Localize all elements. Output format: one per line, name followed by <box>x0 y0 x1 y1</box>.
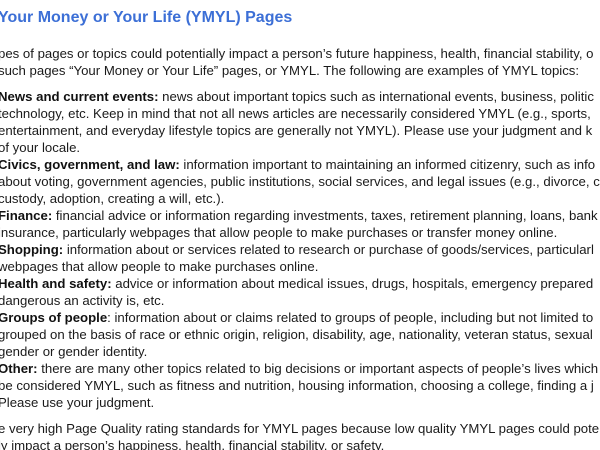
topic-other-text: there are many other topics related to b… <box>37 361 599 376</box>
topic-shopping-line: webpages that allow people to make purch… <box>0 259 319 274</box>
section-heading: Your Money or Your Life (YMYL) Pages <box>0 9 293 26</box>
topic-civics-term: Civics, government, and law: <box>0 157 180 172</box>
topic-other-line: Other: there are many other topics relat… <box>0 360 598 377</box>
topic-health-line: Health and safety: advice or information… <box>0 275 593 292</box>
topic-news-line: News and current events: news about impo… <box>0 88 594 105</box>
topic-shopping-line: Shopping: information about or services … <box>0 241 594 258</box>
intro-line: such pages “Your Money or Your Life” pag… <box>0 63 580 78</box>
topic-finance-term: Finance: <box>0 208 53 223</box>
topic-shopping-term: Shopping: <box>0 242 64 257</box>
topic-finance-line: insurance, particularly webpages that al… <box>0 225 558 240</box>
topic-finance-text: financial advice or information regardin… <box>52 208 598 223</box>
closing-line: ly impact a person’s happiness, health, … <box>0 438 385 450</box>
document-page: Your Money or Your Life (YMYL) Pages pes… <box>0 0 600 450</box>
topic-other-line: Please use your judgment. <box>0 395 155 410</box>
closing-line: e very high Page Quality rating standard… <box>0 421 600 436</box>
intro-line: pes of pages or topics could potentially… <box>0 46 594 61</box>
topic-groups-text: : information about or claims related to… <box>107 310 594 325</box>
topic-other-line: be considered YMYL, such as fitness and … <box>0 378 594 393</box>
topic-groups-line: grouped on the basis of race or ethnic o… <box>0 327 593 342</box>
topic-groups-line: Groups of people: information about or c… <box>0 309 593 326</box>
topic-news-term: News and current events: <box>0 89 159 104</box>
topic-news-line: of your locale. <box>0 140 81 155</box>
topic-civics-line: custody, adoption, creating a will, etc.… <box>0 191 225 206</box>
topic-other-term: Other: <box>0 361 38 376</box>
topic-health-term: Health and safety: <box>0 276 112 291</box>
topic-civics-line: Civics, government, and law: information… <box>0 156 595 173</box>
topic-news-line: entertainment, and everyday lifestyle to… <box>0 123 593 138</box>
topic-finance-line: Finance: financial advice or information… <box>0 207 598 224</box>
topic-news-line: technology, etc. Keep in mind that not a… <box>0 106 591 121</box>
topic-groups-line: gender or gender identity. <box>0 344 148 359</box>
topic-civics-line: about voting, government agencies, publi… <box>0 174 600 189</box>
topic-health-line: dangerous an activity is, etc. <box>0 293 165 308</box>
topic-civics-text: information important to maintaining an … <box>179 157 596 172</box>
topic-news-text: news about important topics such as inte… <box>158 89 594 104</box>
topic-health-text: advice or information about medical issu… <box>111 276 594 291</box>
topic-shopping-text: information about or services related to… <box>63 242 594 257</box>
topic-groups-term: Groups of people <box>0 310 108 325</box>
